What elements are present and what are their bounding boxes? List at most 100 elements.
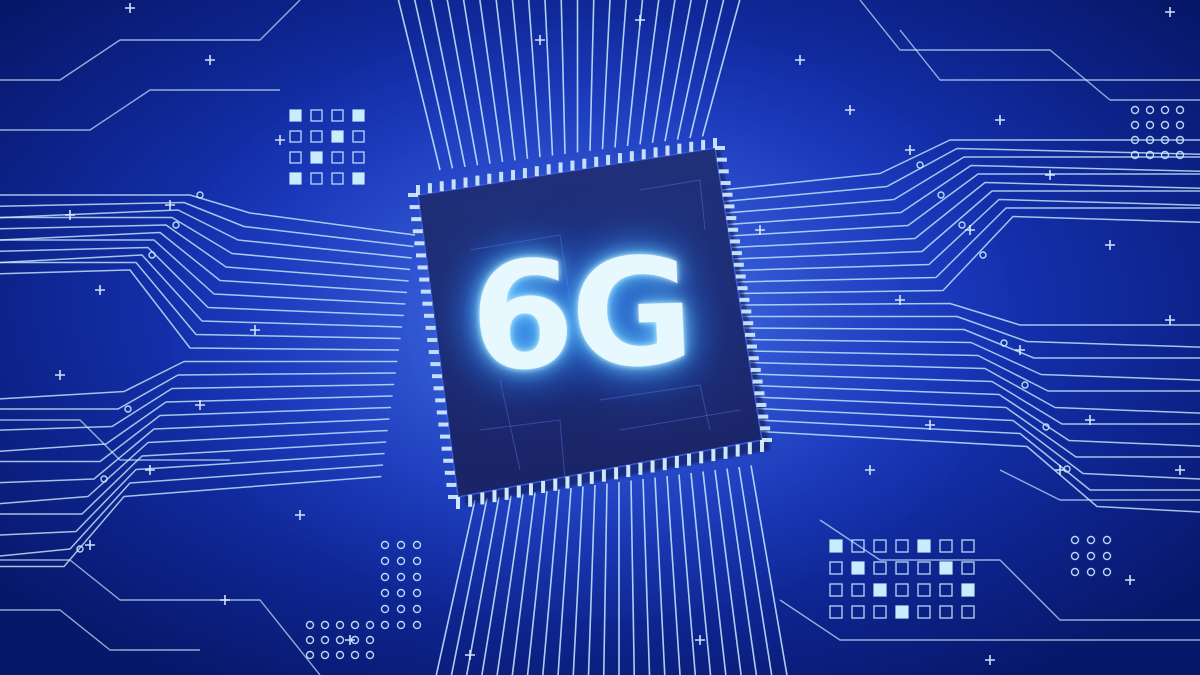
- chip-pin: [748, 442, 752, 454]
- chip-pin: [630, 151, 634, 161]
- chip-pin: [723, 193, 733, 197]
- chip-pin: [642, 149, 646, 159]
- chip-pin: [440, 435, 450, 439]
- square-pad: [940, 562, 952, 574]
- chip-pin: [475, 176, 479, 186]
- chip-pin: [762, 438, 772, 442]
- chip-pin: [654, 147, 658, 157]
- chip-pin: [732, 251, 742, 255]
- chip-pin: [736, 274, 746, 278]
- square-pad: [353, 110, 364, 121]
- chip-pin: [715, 146, 725, 150]
- chip-pin: [430, 362, 440, 366]
- chip-pin: [446, 483, 456, 487]
- chip-pin: [565, 476, 569, 488]
- chip-pin: [753, 380, 763, 384]
- chip-pin: [468, 495, 472, 507]
- chip-pin: [614, 467, 618, 479]
- chip-pin: [651, 461, 655, 473]
- chip-pin: [665, 146, 669, 156]
- chip-pin: [626, 465, 630, 477]
- circuit-board-scene: 6G: [0, 0, 1200, 675]
- chip-pin: [739, 298, 749, 302]
- chip-pin: [452, 179, 456, 189]
- square-pad: [874, 584, 886, 596]
- chip-pin: [743, 321, 753, 325]
- chip-pin: [758, 415, 768, 419]
- square-pad: [290, 110, 301, 121]
- chip-pin: [618, 153, 622, 163]
- chip-pin: [738, 286, 748, 290]
- chip-pin: [426, 326, 436, 330]
- chip-pin: [606, 155, 610, 165]
- chip-pin: [590, 472, 594, 484]
- chip-pin: [699, 451, 703, 463]
- chip-pin: [511, 170, 515, 180]
- chip-pin: [499, 172, 503, 182]
- chip-pin: [414, 241, 424, 245]
- chip-pin: [747, 345, 757, 349]
- chip-pin: [701, 140, 705, 150]
- chip-pin: [428, 183, 432, 193]
- chip-pin: [418, 265, 428, 269]
- chip-pin: [724, 204, 734, 208]
- chip-pin: [721, 181, 731, 185]
- chip-pin: [408, 193, 418, 197]
- chip-pin: [594, 157, 598, 167]
- chip-pin: [416, 253, 426, 257]
- chip-pin: [464, 177, 468, 187]
- chip-pin: [445, 471, 455, 475]
- chip-pin: [760, 426, 770, 430]
- square-pad: [830, 540, 842, 552]
- chip-pin: [535, 166, 539, 176]
- chip-pin: [435, 398, 445, 402]
- chip-pin: [523, 168, 527, 178]
- chip-pin: [437, 410, 447, 414]
- chip-pin: [541, 481, 545, 493]
- chip-pin: [711, 449, 715, 461]
- chip-pin: [480, 492, 484, 504]
- chip-pin: [719, 169, 729, 173]
- chip-pin: [745, 333, 755, 337]
- square-pad: [332, 131, 343, 142]
- chip-pin: [578, 474, 582, 486]
- square-pad: [311, 152, 322, 163]
- square-pad: [896, 606, 908, 618]
- chip-pin: [741, 310, 751, 314]
- chip-pin: [440, 181, 444, 191]
- chip-pin: [687, 454, 691, 466]
- chip-pin: [754, 391, 764, 395]
- chip-pin: [421, 290, 431, 294]
- chip-pin: [424, 314, 434, 318]
- chip-pin: [663, 458, 667, 470]
- chip-pin: [448, 495, 458, 499]
- chip-pin: [677, 144, 681, 154]
- chip-pin: [419, 278, 429, 282]
- chip-pin: [730, 239, 740, 243]
- square-pad: [353, 173, 364, 184]
- chip-pin: [717, 158, 727, 162]
- square-pad: [918, 540, 930, 552]
- chip-body: [418, 148, 762, 497]
- chip-pin: [413, 229, 423, 233]
- circuit-board-art: [0, 0, 1200, 675]
- chip-pin: [689, 142, 693, 152]
- chip-pin: [728, 228, 738, 232]
- chip-pin: [411, 217, 421, 221]
- chip-pin: [675, 456, 679, 468]
- chip-pin: [559, 162, 563, 172]
- chip-pin: [434, 386, 444, 390]
- chip-pin: [422, 302, 432, 306]
- processor-chip: [408, 138, 772, 509]
- chip-pin: [438, 423, 448, 427]
- chip-pin: [582, 159, 586, 169]
- chip-pin: [602, 470, 606, 482]
- chip-pin: [734, 263, 744, 267]
- chip-pin: [749, 356, 759, 360]
- chip-pin: [487, 174, 491, 184]
- chip-pin: [736, 445, 740, 457]
- chip-pin: [529, 483, 533, 495]
- chip-pin: [517, 486, 521, 498]
- chip-pin: [429, 350, 439, 354]
- chip-pin: [427, 338, 437, 342]
